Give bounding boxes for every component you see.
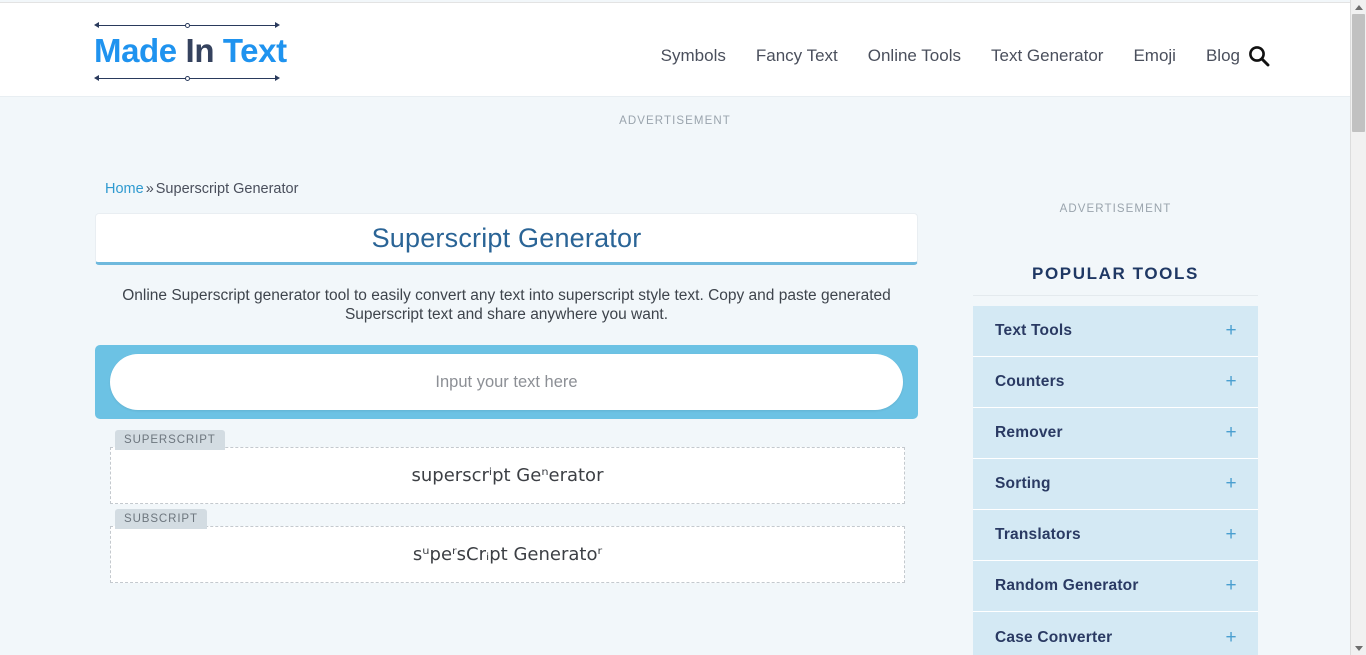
text-input[interactable] <box>110 354 903 410</box>
breadcrumb-current: Superscript Generator <box>155 181 299 197</box>
superscript-output-text: superscrⁱpt Geⁿerator <box>411 464 604 486</box>
nav-item-fancy-text[interactable]: Fancy Text <box>756 43 838 69</box>
scrollbar-thumb[interactable] <box>1352 14 1365 132</box>
logo-wordmark: Made In Text <box>94 31 287 71</box>
sidebar-heading: POPULAR TOOLS <box>1032 264 1199 283</box>
sidebar-item-remover[interactable]: Remover + <box>973 408 1258 459</box>
logo-word-text: Text <box>222 32 287 69</box>
sidebar-item-sorting[interactable]: Sorting + <box>973 459 1258 510</box>
logo-rule-bottom <box>94 74 280 83</box>
subscript-output-text: sᵘpeʳsCrᵢpt Generatoʳ <box>412 543 603 565</box>
breadcrumb-home-link[interactable]: Home <box>105 181 144 197</box>
nav-item-emoji[interactable]: Emoji <box>1133 43 1176 69</box>
sidebar-item-label: Sorting <box>995 475 1051 492</box>
browser-viewport: Made In Text Symbols Fancy Text Online T… <box>0 0 1366 655</box>
logo-rule-top <box>94 21 280 30</box>
page-title: Superscript Generator <box>371 223 642 253</box>
superscript-output-tag: SUPERSCRIPT <box>115 430 225 450</box>
logo-word-made: Made <box>94 32 177 69</box>
nav-item-text-generator[interactable]: Text Generator <box>991 43 1103 69</box>
input-panel <box>95 345 918 419</box>
plus-icon[interactable]: + <box>1222 628 1240 647</box>
sidebar: ADVERTISEMENT POPULAR TOOLS Text Tools +… <box>973 199 1258 655</box>
top-advertisement-slot: ADVERTISEMENT <box>0 97 1350 145</box>
subscript-output-tag: SUBSCRIPT <box>115 509 207 529</box>
plus-icon[interactable]: + <box>1222 525 1240 544</box>
nav-item-online-tools[interactable]: Online Tools <box>868 43 961 69</box>
site-header: Made In Text Symbols Fancy Text Online T… <box>0 2 1350 97</box>
search-icon[interactable] <box>1246 43 1272 69</box>
sidebar-item-label: Case Converter <box>995 628 1113 646</box>
sidebar-item-translators[interactable]: Translators + <box>973 510 1258 561</box>
superscript-output-block: SUPERSCRIPT superscrⁱpt Geⁿerator <box>95 430 918 504</box>
logo-dot-bottom <box>184 76 190 81</box>
sidebar-item-label: Random Generator <box>995 577 1139 594</box>
sidebar-item-case-converter[interactable]: Case Converter + <box>973 612 1258 655</box>
scrollbar-up-arrow-icon[interactable] <box>1351 0 1366 14</box>
nav-item-symbols[interactable]: Symbols <box>661 43 726 69</box>
popular-tools-accordion: Text Tools + Counters + Remover + Sortin… <box>973 306 1258 655</box>
superscript-output-box[interactable]: superscrⁱpt Geⁿerator <box>110 447 905 504</box>
sidebar-advertisement-label: ADVERTISEMENT <box>1059 203 1172 215</box>
logo-dot-top <box>184 23 190 28</box>
site-logo[interactable]: Made In Text <box>94 19 287 85</box>
subscript-output-box[interactable]: sᵘpeʳsCrᵢpt Generatoʳ <box>110 526 905 583</box>
tool-description: Online Superscript generator tool to eas… <box>122 287 891 323</box>
sidebar-divider <box>973 295 1258 296</box>
sidebar-item-random-generator[interactable]: Random Generator + <box>973 561 1258 612</box>
sidebar-item-label: Counters <box>995 373 1065 390</box>
scrollbar-down-arrow-icon[interactable] <box>1351 641 1366 655</box>
sidebar-item-label: Text Tools <box>995 322 1073 339</box>
page-title-card: Superscript Generator <box>95 213 918 265</box>
logo-word-in: In <box>185 32 215 69</box>
logo-arrow-right-bottom <box>275 75 280 81</box>
plus-icon[interactable]: + <box>1222 423 1240 442</box>
vertical-scrollbar[interactable] <box>1350 0 1366 655</box>
breadcrumb-separator: » <box>145 181 154 197</box>
tool-main-column: Superscript Generator Online Superscript… <box>95 213 918 583</box>
plus-icon[interactable]: + <box>1222 576 1240 595</box>
nav-item-blog[interactable]: Blog <box>1206 43 1240 69</box>
top-advertisement-label: ADVERTISEMENT <box>619 115 731 127</box>
logo-arrow-right-top <box>275 22 280 28</box>
main-navigation: Symbols Fancy Text Online Tools Text Gen… <box>661 43 1240 69</box>
sidebar-advertisement-slot: ADVERTISEMENT <box>973 199 1258 221</box>
sidebar-item-label: Translators <box>995 526 1081 543</box>
sidebar-item-label: Remover <box>995 424 1063 441</box>
subscript-output-block: SUBSCRIPT sᵘpeʳsCrᵢpt Generatoʳ <box>95 509 918 583</box>
sidebar-item-counters[interactable]: Counters + <box>973 357 1258 408</box>
plus-icon[interactable]: + <box>1222 372 1240 391</box>
breadcrumb: Home» Superscript Generator <box>105 181 298 197</box>
plus-icon[interactable]: + <box>1222 474 1240 493</box>
plus-icon[interactable]: + <box>1222 321 1240 340</box>
page-scroll-area: Made In Text Symbols Fancy Text Online T… <box>0 0 1350 655</box>
sidebar-item-text-tools[interactable]: Text Tools + <box>973 306 1258 357</box>
